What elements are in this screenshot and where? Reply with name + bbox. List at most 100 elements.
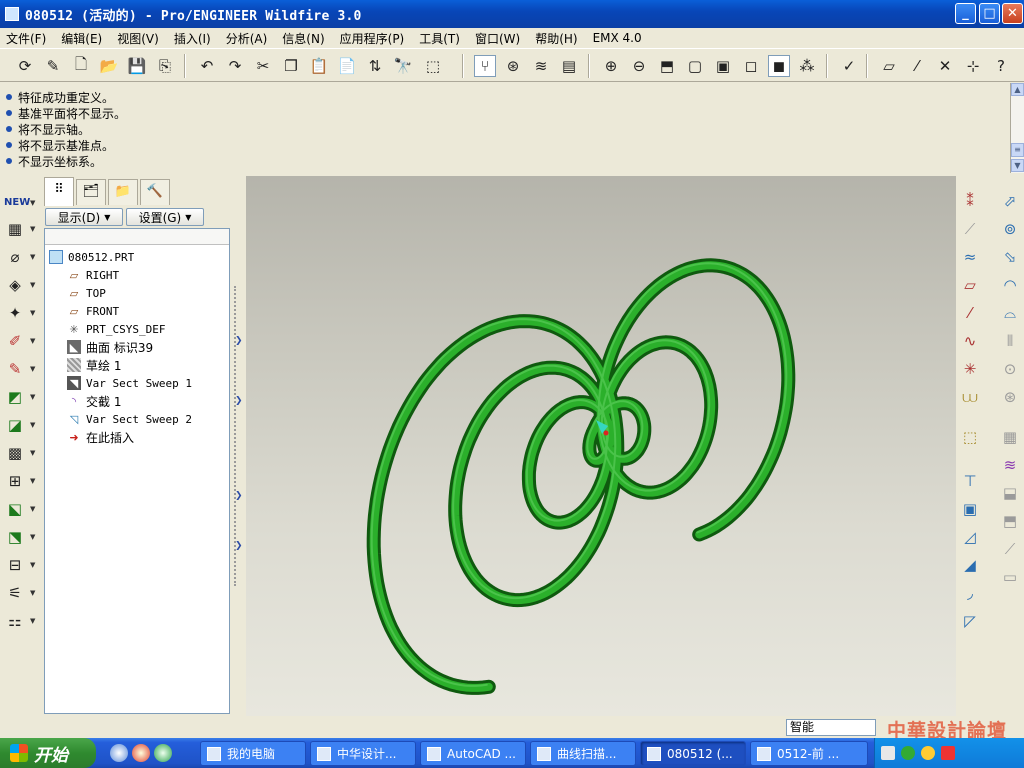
annotation-icon[interactable]: ⬚ <box>958 426 982 448</box>
tab-favorites[interactable]: 📁 <box>108 179 138 205</box>
menu-file[interactable]: 文件(F) <box>6 30 46 47</box>
shell-icon[interactable]: ◈ <box>4 274 26 296</box>
blend-icon[interactable]: ▩ <box>4 442 26 464</box>
chamfer-icon[interactable]: ◩ <box>4 386 26 408</box>
task-my-computer[interactable]: 我的电脑 <box>200 741 306 766</box>
repaint-icon[interactable]: ✓ <box>838 55 860 77</box>
tree-item-sweep-1[interactable]: ◥ Var Sect Sweep 1 <box>67 374 192 392</box>
redo-icon[interactable]: ↷ <box>224 55 246 77</box>
task-autocad[interactable]: AutoCAD ... <box>420 741 526 766</box>
hole-icon[interactable]: ⌀ <box>4 246 26 268</box>
tree-item-csys[interactable]: ✳ PRT_CSYS_DEF <box>67 320 165 338</box>
revolve-icon[interactable]: ⊚ <box>998 218 1022 240</box>
variable-sweep-icon[interactable]: ⫴ <box>998 330 1022 352</box>
task-proe[interactable]: 080512 (... <box>640 741 746 766</box>
datum-axis-display-icon[interactable]: ⁄ <box>906 55 928 77</box>
trim-icon[interactable]: ⚟ <box>4 582 26 604</box>
save-copy-icon[interactable]: ⎘ <box>154 55 176 77</box>
datum-point-display-icon[interactable]: ✕ <box>934 55 956 77</box>
zoom-in-icon[interactable]: ⊕ <box>600 55 622 77</box>
offset-icon[interactable]: ⚏ <box>4 610 26 632</box>
datum-plane-tool-icon[interactable]: ▱ <box>958 274 982 296</box>
media-player-icon[interactable] <box>132 744 150 762</box>
model-tree-toggle-icon[interactable]: ⑂ <box>474 55 496 77</box>
find-icon[interactable]: 🔭 <box>392 55 414 77</box>
rib-icon[interactable]: ✦ <box>4 302 26 324</box>
blend-tool-icon[interactable]: ◠ <box>998 274 1022 296</box>
menu-info[interactable]: 信息(N) <box>282 30 324 47</box>
maximize-button[interactable]: □ <box>979 3 1000 24</box>
paste-icon[interactable]: 📋 <box>308 55 330 77</box>
pattern-icon[interactable]: ⬕ <box>4 498 26 520</box>
mirror-icon[interactable]: ⬔ <box>4 526 26 548</box>
save-icon[interactable]: 💾 <box>126 55 148 77</box>
display-dropdown[interactable]: 显示(D) ▼ <box>45 208 123 226</box>
draft-tool-icon[interactable]: ⊤ <box>958 470 982 492</box>
collapse-arrow-icon[interactable]: ❯ <box>235 336 243 346</box>
offset-datum-icon[interactable]: ⟋ <box>958 218 982 240</box>
new-file-icon[interactable]: 🗋 <box>70 55 92 77</box>
scroll-thumb[interactable]: ≡ <box>1011 143 1024 157</box>
tree-item-insert-here[interactable]: ➜ 在此插入 <box>67 428 134 446</box>
tree-item-part[interactable]: 080512.PRT <box>49 248 134 266</box>
menu-help[interactable]: 帮助(H) <box>535 30 577 47</box>
paste-special-icon[interactable]: 📄 <box>336 55 358 77</box>
boundary-blend-icon[interactable]: ⌓ <box>998 302 1022 324</box>
regenerate-icon[interactable]: ⟳ <box>14 55 36 77</box>
tab-tools[interactable]: 🔨 <box>140 179 170 205</box>
csys-display-icon[interactable]: ⁂ <box>796 55 818 77</box>
sweep-tool-icon[interactable]: ⬂ <box>998 246 1022 268</box>
no-hidden-icon[interactable]: ◻ <box>740 55 762 77</box>
csys-tool-icon[interactable]: ✳ <box>958 358 982 380</box>
refit-icon[interactable]: ⬒ <box>656 55 678 77</box>
regenerate-manager-icon[interactable]: ⇅ <box>364 55 386 77</box>
browser-icon[interactable] <box>154 744 172 762</box>
task-0512[interactable]: 0512-前 ... <box>750 741 868 766</box>
sketch-tool-icon[interactable]: ≈ <box>958 246 982 268</box>
minimize-button[interactable]: _ <box>955 3 976 24</box>
collapse-arrow-icon[interactable]: ❯ <box>235 541 243 551</box>
round-tool-icon[interactable]: ◢ <box>958 554 982 576</box>
shading-icon[interactable]: ◼ <box>768 55 790 77</box>
analysis-feature-icon[interactable]: ⩊ <box>958 386 982 408</box>
message-scrollbar[interactable]: ▲ ≡ ▼ <box>1010 83 1024 173</box>
csys-toggle-icon[interactable]: ⊹ <box>962 55 984 77</box>
tree-item-sweep-2[interactable]: ◹ Var Sect Sweep 2 <box>67 410 192 428</box>
tree-item-surface[interactable]: ◣ 曲面 标识39 <box>67 338 153 356</box>
merge-icon[interactable]: ⊟ <box>4 554 26 576</box>
zoom-out-icon[interactable]: ⊖ <box>628 55 650 77</box>
scroll-up-icon[interactable]: ▲ <box>1011 83 1024 96</box>
layers-icon[interactable]: ≋ <box>530 55 552 77</box>
sweep-feature-icon[interactable]: ◪ <box>4 414 26 436</box>
new-feature-icon[interactable]: NEW <box>4 192 30 214</box>
cut-icon[interactable]: ✂ <box>252 55 274 77</box>
draft-icon[interactable]: ✐ <box>4 330 26 352</box>
start-button[interactable]: 开始 <box>0 738 96 768</box>
messenger-icon[interactable] <box>921 746 935 760</box>
chamfer-tool-icon[interactable]: ◞ <box>958 582 982 604</box>
task-sweep[interactable]: 曲线扫描... <box>530 741 636 766</box>
cosmetic-icon[interactable]: ⊞ <box>4 470 26 492</box>
menu-window[interactable]: 窗口(W) <box>475 30 520 47</box>
graph-icon[interactable]: ≋ <box>998 454 1022 476</box>
tree-item-top[interactable]: ▱ TOP <box>67 284 106 302</box>
navigator-splitter[interactable]: ❯ ❯ ❯ ❯ <box>232 176 246 716</box>
tab-layers[interactable]: 🗂 <box>76 179 106 205</box>
close-button[interactable]: ✕ <box>1002 3 1023 24</box>
tree-item-front[interactable]: ▱ FRONT <box>67 302 119 320</box>
graphics-viewport[interactable] <box>246 176 956 716</box>
menu-analysis[interactable]: 分析(A) <box>226 30 268 47</box>
copy-icon[interactable]: ❐ <box>280 55 302 77</box>
menu-tools[interactable]: 工具(T) <box>419 30 460 47</box>
tree-item-intersect[interactable]: ◝ 交截 1 <box>67 392 122 410</box>
network-icon[interactable] <box>901 746 915 760</box>
edit-definition-icon[interactable]: ✎ <box>42 55 64 77</box>
extrude-icon[interactable]: ▦ <box>4 218 26 240</box>
settings-dropdown[interactable]: 设置(G) ▼ <box>126 208 204 226</box>
spinal-bend-icon[interactable]: ⟋ <box>998 538 1022 560</box>
freeform-icon[interactable]: ▦ <box>998 426 1022 448</box>
datum-plane-display-icon[interactable]: ▱ <box>878 55 900 77</box>
scroll-down-icon[interactable]: ▼ <box>1011 159 1024 172</box>
selection-box-icon[interactable]: ⬚ <box>422 55 444 77</box>
view-manager-icon[interactable]: ▤ <box>558 55 580 77</box>
